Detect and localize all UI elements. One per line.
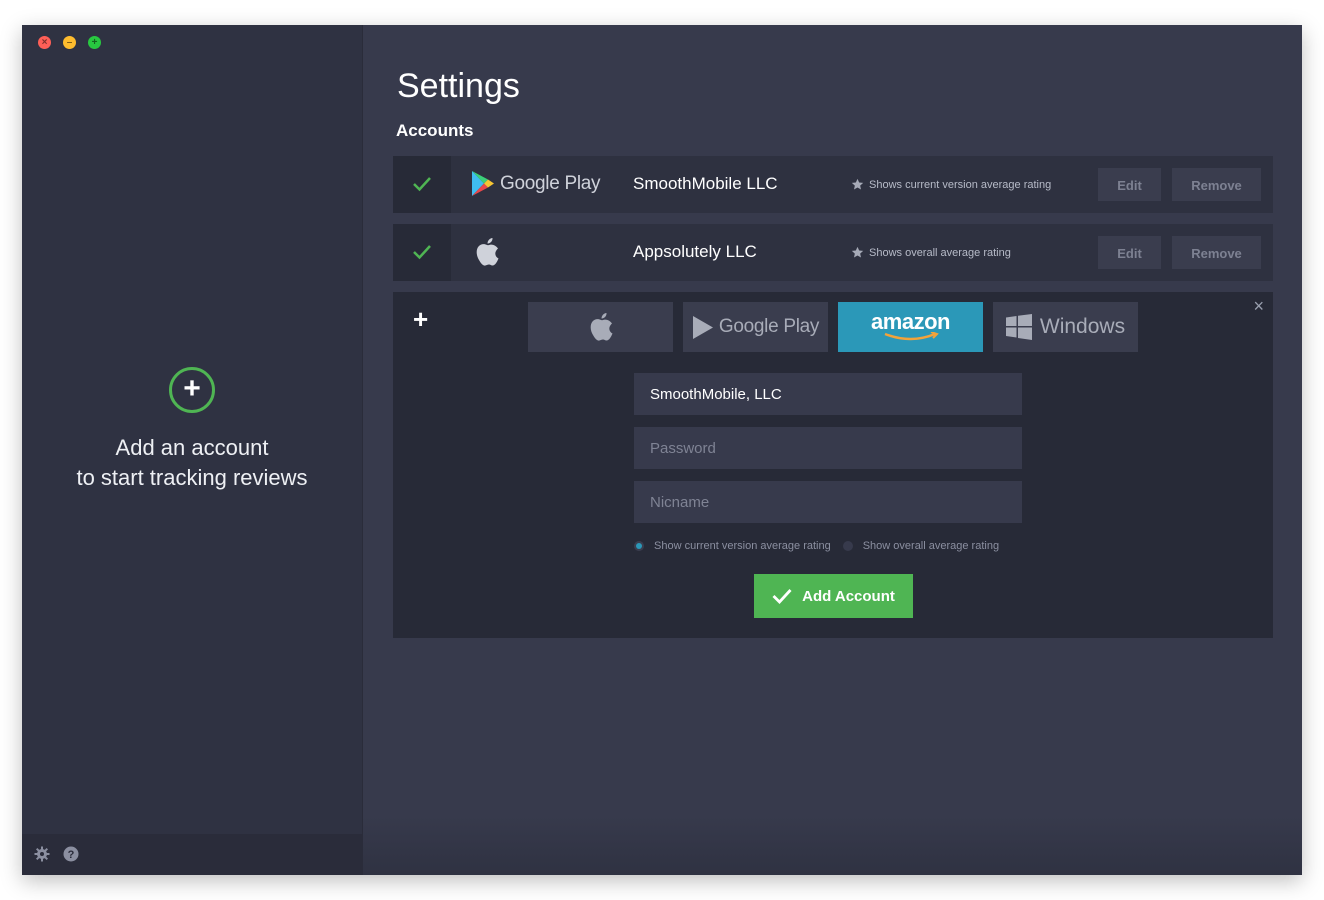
apple-icon <box>590 313 612 341</box>
maximize-glyph: + <box>91 37 98 48</box>
add-account-button[interactable]: Add Account <box>754 574 913 618</box>
store-tab-google-play[interactable]: Google Play <box>683 302 828 352</box>
window-minimize-button[interactable]: – <box>63 36 76 49</box>
account-row[interactable]: Appsolutely LLC Shows overall average ra… <box>393 224 1273 281</box>
radio-current-version-label[interactable]: Show current version average rating <box>654 540 831 552</box>
store-tab-windows-label: Windows <box>1039 315 1126 338</box>
minimize-glyph: – <box>66 37 73 48</box>
account-row[interactable]: Google Play SmoothMobile LLC Shows curre… <box>393 156 1273 213</box>
checkmark-icon <box>413 177 431 192</box>
store-tab-amazon[interactable]: amazon <box>838 302 983 352</box>
sidebar: × – + + Add an account to start tracking… <box>22 25 363 875</box>
radio-overall-label[interactable]: Show overall average rating <box>863 540 999 552</box>
google-play-icon <box>472 171 494 196</box>
remove-button[interactable]: Remove <box>1172 168 1261 201</box>
sidebar-footer: ? <box>22 834 362 875</box>
radio-current-version[interactable] <box>634 541 644 551</box>
account-name: SmoothMobile LLC <box>633 174 778 193</box>
close-panel-button[interactable]: × <box>1253 296 1264 317</box>
apple-logo <box>473 236 501 273</box>
empty-state-line1: Add an account <box>115 435 269 460</box>
star-icon <box>851 246 864 258</box>
password-input[interactable] <box>634 427 1022 469</box>
main-panel: Settings Accounts Google Play SmoothMobi… <box>363 25 1302 875</box>
google-play-label: Google Play <box>500 172 601 194</box>
store-tab-google-label: Google Play <box>718 316 820 337</box>
app-window: × – + + Add an account to start tracking… <box>22 25 1302 875</box>
rating-note-text: Shows overall average rating <box>869 246 1011 259</box>
edit-button[interactable]: Edit <box>1098 168 1161 201</box>
add-account-panel: + × Google Play amazon Windows SmoothMob… <box>393 292 1273 638</box>
gear-icon[interactable] <box>34 846 50 862</box>
rating-note: Shows overall average rating <box>851 246 1011 259</box>
remove-button[interactable]: Remove <box>1172 236 1261 269</box>
help-icon[interactable]: ? <box>63 846 79 862</box>
star-icon <box>851 178 864 190</box>
rating-note: Shows current version average rating <box>851 178 1051 191</box>
account-enabled-toggle[interactable] <box>393 156 451 213</box>
edit-button[interactable]: Edit <box>1098 236 1161 269</box>
close-glyph: × <box>41 37 48 48</box>
rating-note-text: Shows current version average rating <box>869 178 1052 191</box>
svg-text:?: ? <box>68 849 75 861</box>
google-play-icon <box>692 315 713 339</box>
window-close-button[interactable]: × <box>38 36 51 49</box>
username-input[interactable] <box>634 373 1022 415</box>
amazon-logo-text: amazon <box>871 309 950 334</box>
store-tab-windows[interactable]: Windows <box>993 302 1138 352</box>
rating-mode-options: Show current version average rating Show… <box>634 540 999 552</box>
checkmark-icon <box>772 589 792 604</box>
page-title: Settings <box>397 67 520 105</box>
checkmark-icon <box>413 245 431 260</box>
amazon-smile-icon <box>884 332 939 341</box>
account-name: Appsolutely LLC <box>633 242 757 261</box>
nickname-input[interactable] <box>634 481 1022 523</box>
empty-state-text: Add an account to start tracking reviews <box>22 433 362 493</box>
radio-overall[interactable] <box>842 541 853 551</box>
plus-icon: + <box>413 304 429 334</box>
empty-state-line2: to start tracking reviews <box>76 465 308 490</box>
section-title-accounts: Accounts <box>396 121 474 140</box>
google-play-logo: Google Play <box>471 170 601 197</box>
apple-icon <box>476 238 499 266</box>
account-enabled-toggle[interactable] <box>393 224 451 281</box>
window-maximize-button[interactable]: + <box>88 36 101 49</box>
add-account-circle-button[interactable]: + <box>169 367 215 413</box>
store-tab-apple[interactable] <box>528 302 673 352</box>
empty-state: + Add an account to start tracking revie… <box>22 367 362 493</box>
add-account-label: Add Account <box>802 587 895 605</box>
windows-icon <box>1005 314 1032 340</box>
